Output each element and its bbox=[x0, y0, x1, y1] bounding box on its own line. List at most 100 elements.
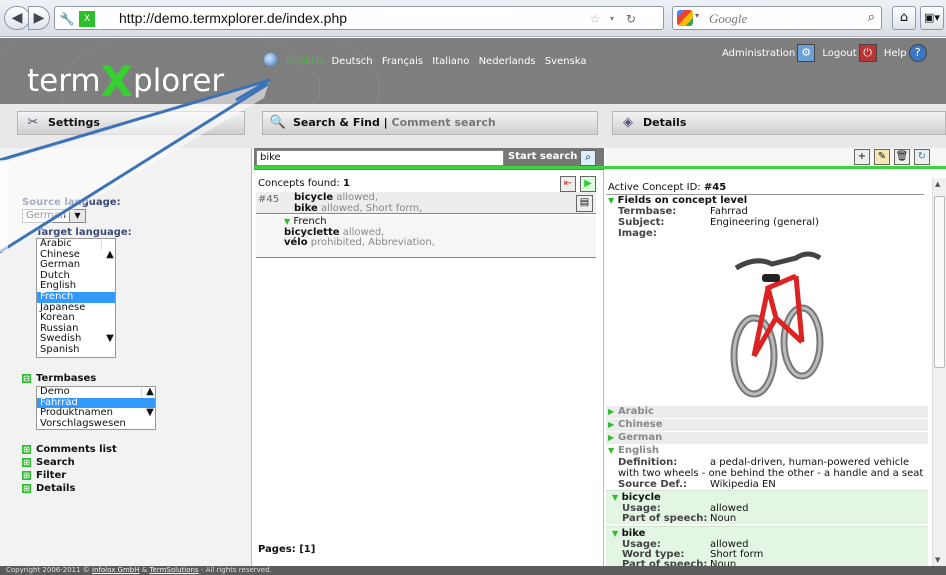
menu-icon[interactable]: ▣▾ bbox=[920, 6, 944, 30]
open-entry-icon[interactable]: ▤ bbox=[576, 195, 593, 212]
admin-bar: Administration ⚙ Logout ⏻ Help? bbox=[722, 44, 931, 62]
chevron-down-icon[interactable]: ▾ bbox=[604, 11, 620, 27]
address-bar[interactable]: 🔧 X http://demo.termxplorer.de/index.php… bbox=[54, 6, 664, 30]
back-button[interactable]: ◀ bbox=[4, 6, 30, 30]
column-headers: ✂ Settings 🔍 Search & Find | Comment searc… bbox=[0, 104, 946, 148]
green-separator bbox=[254, 166, 946, 169]
lang-francais[interactable]: Français bbox=[382, 56, 423, 67]
image-key: Image: bbox=[618, 228, 657, 239]
search-input[interactable]: bike bbox=[256, 150, 504, 166]
details-header[interactable]: ◈ Details bbox=[612, 111, 946, 135]
termxplorer-app: termXplorer English Deutsch Français Ita… bbox=[0, 38, 946, 575]
export-icon[interactable]: ⇤ bbox=[560, 176, 576, 192]
expanded-arrow-icon: ▼ bbox=[612, 529, 619, 538]
details-link[interactable]: ⊞ Details bbox=[22, 483, 75, 494]
edit-icon[interactable]: ✎ bbox=[874, 149, 890, 165]
pagination[interactable]: Pages: [1] bbox=[258, 544, 315, 555]
toggle-icon: ⊞ bbox=[22, 458, 31, 467]
target-language-option[interactable]: French bbox=[37, 291, 115, 303]
termsolutions-link[interactable]: TermSolutions bbox=[149, 566, 198, 574]
browser-search-box[interactable]: ▾ Google ⌕ bbox=[672, 6, 882, 30]
scroll-down-icon[interactable]: ▼ bbox=[935, 556, 940, 564]
administration-link[interactable]: Administration bbox=[722, 48, 795, 59]
engine-dropdown-icon[interactable]: ▾ bbox=[695, 11, 699, 20]
target-language-option[interactable]: Spanish bbox=[37, 344, 115, 356]
search-placeholder: Google bbox=[709, 11, 748, 26]
home-icon[interactable]: ⌂ bbox=[892, 6, 916, 30]
search-go-icon[interactable]: ⌕ bbox=[580, 150, 596, 166]
search-link[interactable]: ⊞ Search bbox=[22, 457, 75, 468]
lang-svenska[interactable]: Svenska bbox=[545, 56, 587, 67]
help-icon[interactable]: ? bbox=[908, 44, 927, 62]
magnifier-icon[interactable]: ⌕ bbox=[868, 10, 875, 25]
result-term[interactable]: bicyclette bbox=[284, 227, 340, 238]
concept-level-toggle[interactable]: ▼ Fields on concept level bbox=[608, 195, 747, 206]
scroll-thumb[interactable] bbox=[934, 196, 945, 368]
logout-icon[interactable]: ⏻ bbox=[858, 44, 877, 62]
concept-details: Active Concept ID: #45 ▼ Fields on conce… bbox=[606, 178, 932, 566]
reload-icon[interactable]: ↻ bbox=[623, 11, 639, 27]
term-toggle[interactable]: ▼ bicycle bbox=[612, 492, 661, 503]
result-id: #45 bbox=[258, 194, 280, 205]
details-scrollbar[interactable]: ▲ ▼ bbox=[932, 178, 946, 566]
termbases-label[interactable]: ⊟ Termbases bbox=[22, 373, 96, 384]
termbase-key: Termbase: bbox=[618, 206, 677, 217]
new-entry-icon[interactable]: + bbox=[854, 149, 870, 165]
tab-search-find[interactable]: Search & Find bbox=[293, 116, 380, 129]
filter-link[interactable]: ⊞ Filter bbox=[22, 470, 66, 481]
termbase-option[interactable]: Vorschlagswesen bbox=[37, 418, 155, 429]
result-term[interactable]: bike bbox=[294, 203, 318, 214]
star-icon[interactable]: ☆ bbox=[587, 11, 603, 27]
refresh-icon[interactable]: ↻ bbox=[914, 149, 930, 165]
lang-deutsch[interactable]: Deutsch bbox=[331, 56, 372, 67]
termbase-option[interactable]: Demo bbox=[37, 387, 155, 398]
logout-link[interactable]: Logout bbox=[822, 48, 856, 59]
tab-comment-search[interactable]: Comment search bbox=[392, 116, 496, 129]
term-toggle[interactable]: ▼ bike bbox=[612, 528, 645, 539]
pos-key: Part of speech: bbox=[622, 513, 708, 524]
source-def-value: Wikipedia EN bbox=[710, 479, 776, 490]
settings-header[interactable]: ✂ Settings bbox=[17, 111, 245, 135]
target-language-label: Target language: bbox=[36, 227, 132, 238]
list-scrollbar[interactable]: ▲ ▼ bbox=[141, 387, 155, 418]
section-german[interactable]: ▶ German bbox=[606, 432, 928, 444]
section-chinese[interactable]: ▶ Chinese bbox=[606, 419, 928, 431]
definition-value: a pedal-driven, human-powered vehicle bbox=[710, 457, 910, 468]
infolox-link[interactable]: infolox GmbH bbox=[92, 566, 139, 574]
pos-value: Noun bbox=[710, 513, 737, 524]
result-row[interactable]: #45 bicycle allowed, bike allowed, Short… bbox=[256, 192, 596, 214]
result-term[interactable]: bicycle bbox=[294, 192, 333, 203]
expanded-arrow-icon: ▼ bbox=[284, 217, 291, 226]
admin-icon[interactable]: ⚙ bbox=[797, 44, 816, 62]
toggle-icon: ⊞ bbox=[22, 471, 31, 480]
lang-nederlands[interactable]: Nederlands bbox=[479, 56, 536, 67]
term-box-bike: ▼ bike Usage: allowed Word type: Short f… bbox=[606, 526, 928, 566]
scroll-up-icon[interactable]: ▲ bbox=[935, 180, 940, 188]
subject-value: Engineering (general) bbox=[710, 217, 819, 228]
comments-list-link[interactable]: ⊞ Comments list bbox=[22, 444, 117, 455]
globe-icon bbox=[264, 53, 277, 66]
trash-icon[interactable]: 🗑 bbox=[894, 149, 910, 165]
settings-panel: Source language: German ▼ Target languag… bbox=[0, 148, 252, 566]
help-link[interactable]: Help bbox=[884, 48, 907, 59]
collapsed-arrow-icon: ▶ bbox=[608, 420, 615, 429]
source-language-label: Source language: bbox=[22, 197, 121, 208]
expanded-arrow-icon: ▼ bbox=[608, 446, 615, 455]
target-language-list[interactable]: Arabic Chinese German Dutch English French Jap… bbox=[36, 238, 116, 358]
play-icon[interactable]: ▶ bbox=[580, 176, 596, 192]
expanded-arrow-icon: ▼ bbox=[612, 493, 619, 502]
section-english[interactable]: ▼ English bbox=[606, 445, 928, 457]
details-panel: + ✎ 🗑 ↻ Active Concept ID: #45 ▼ Fields … bbox=[606, 148, 946, 566]
result-term[interactable]: vélo bbox=[284, 237, 308, 248]
start-search-button[interactable]: Start search bbox=[508, 151, 577, 162]
lang-italiano[interactable]: Italiano bbox=[432, 56, 469, 67]
favicon-icon: X bbox=[79, 11, 95, 27]
bicycle-image bbox=[730, 251, 824, 398]
termbases-list[interactable]: Demo Fahrrad Produktnamen Vorschlagswesen ▲ ▼ bbox=[36, 386, 156, 430]
lang-english[interactable]: English bbox=[286, 56, 322, 67]
section-arabic[interactable]: ▶ Arabic bbox=[606, 406, 928, 418]
pos-value: Noun bbox=[710, 559, 737, 566]
forward-button[interactable]: ▶ bbox=[28, 6, 50, 30]
list-scrollbar[interactable]: ▲ ▼ bbox=[101, 239, 115, 344]
source-language-select[interactable]: German ▼ bbox=[22, 209, 86, 223]
